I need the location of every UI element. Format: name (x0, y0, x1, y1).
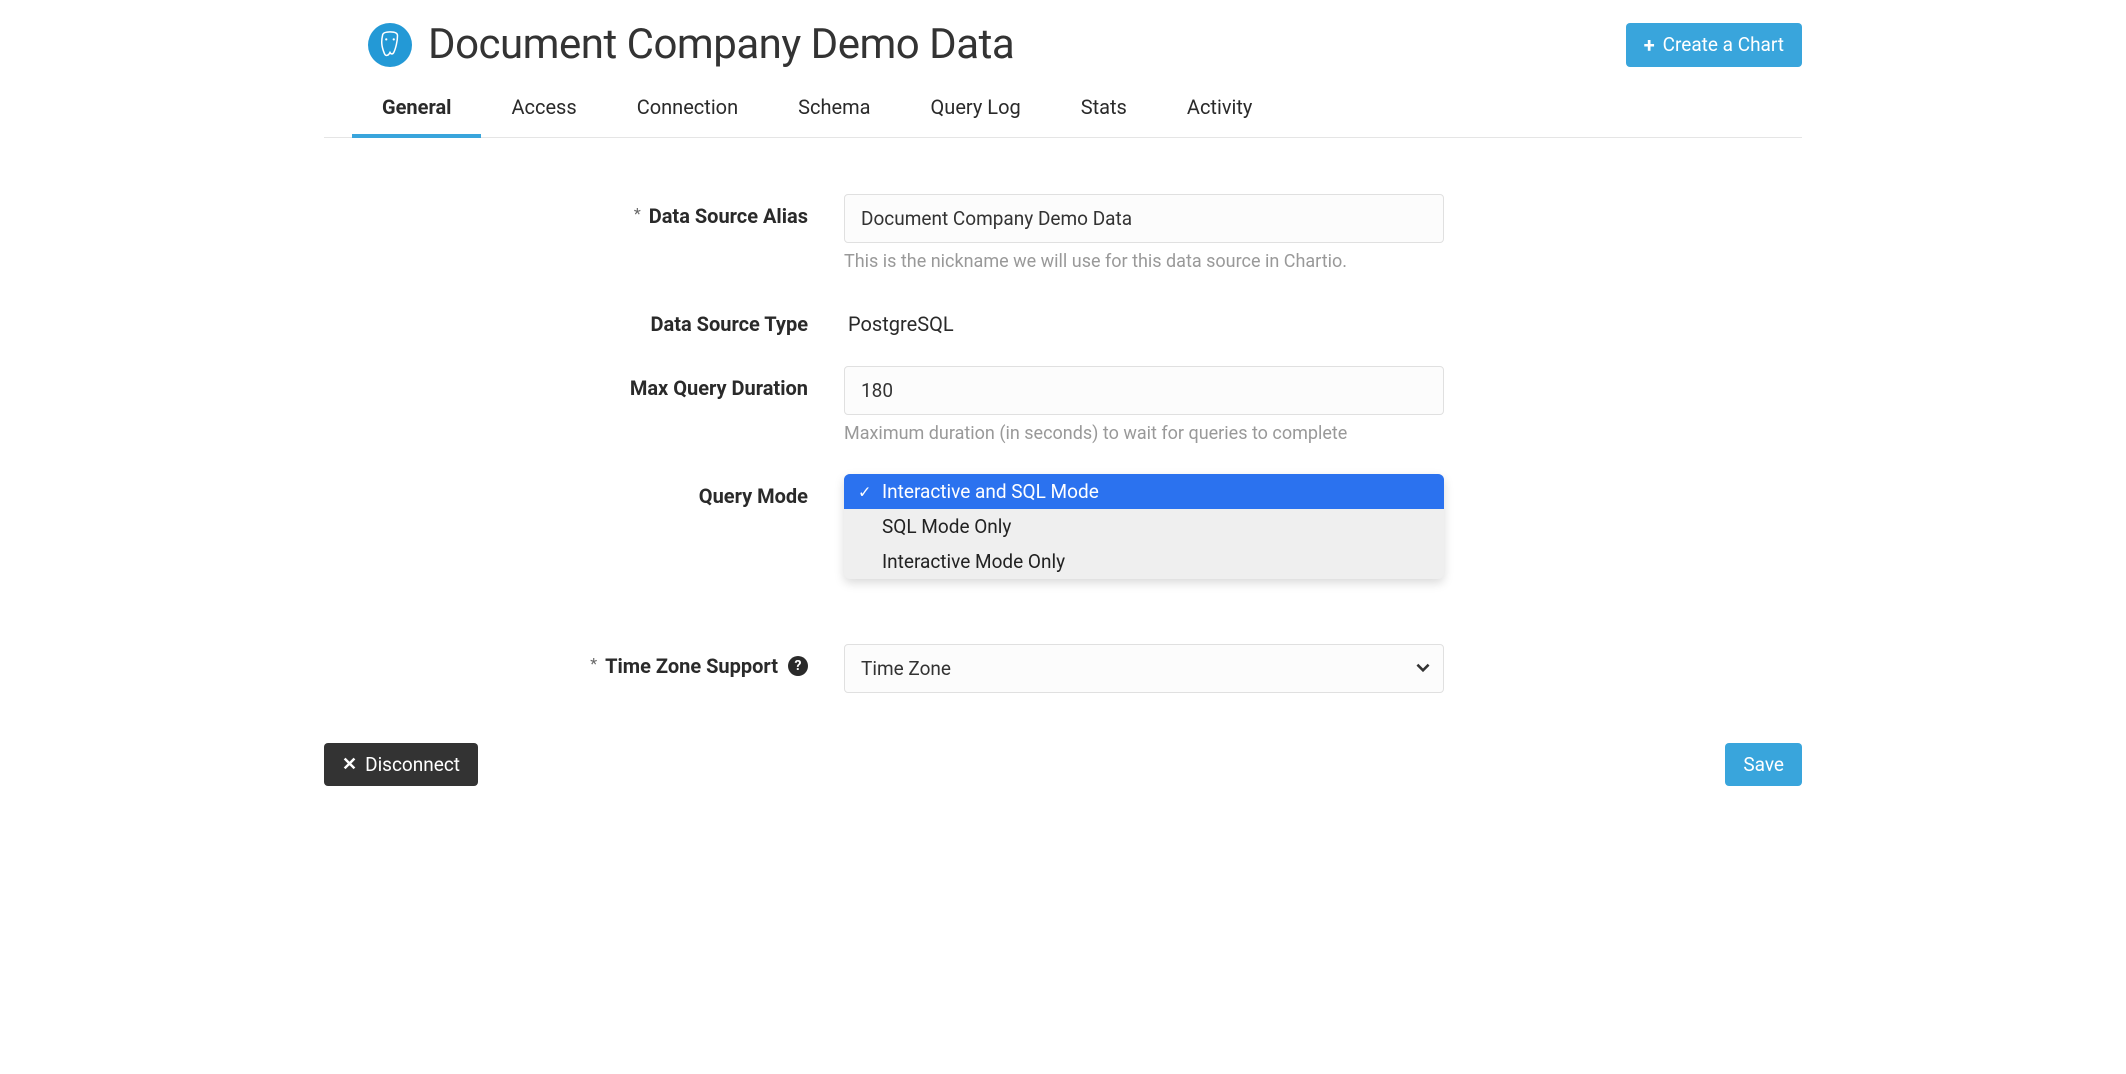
tab-query-log[interactable]: Query Log (901, 81, 1051, 137)
alias-input[interactable] (844, 194, 1444, 243)
tab-activity[interactable]: Activity (1157, 81, 1282, 137)
form-area: * Data Source Alias This is the nickname… (324, 138, 1802, 693)
maxquery-label: Max Query Duration (630, 376, 808, 400)
maxquery-label-wrap: Max Query Duration (324, 366, 844, 400)
alias-label-wrap: * Data Source Alias (324, 194, 844, 228)
required-star: * (634, 204, 641, 223)
type-value: PostgreSQL (844, 302, 1444, 336)
tab-connection[interactable]: Connection (607, 81, 768, 137)
check-icon: ✓ (858, 482, 871, 501)
tab-access[interactable]: Access (481, 81, 606, 137)
close-icon: ✕ (342, 754, 357, 775)
postgresql-icon (368, 23, 412, 67)
type-label: Data Source Type (651, 312, 809, 336)
type-label-wrap: Data Source Type (324, 302, 844, 336)
tab-stats[interactable]: Stats (1051, 81, 1157, 137)
tab-general[interactable]: General (352, 81, 481, 137)
querymode-option[interactable]: ✓Interactive and SQL Mode (844, 474, 1444, 509)
tabs-bar: GeneralAccessConnectionSchemaQuery LogSt… (324, 81, 1802, 138)
save-label: Save (1743, 753, 1784, 776)
querymode-options: ✓Interactive and SQL ModeSQL Mode OnlyIn… (844, 474, 1444, 579)
querymode-option[interactable]: SQL Mode Only (844, 509, 1444, 544)
help-icon[interactable]: ? (788, 656, 808, 676)
required-star: * (590, 654, 597, 673)
save-button[interactable]: Save (1725, 743, 1802, 786)
page-title-wrap: Document Company Demo Data (368, 20, 1014, 69)
timezone-label: Time Zone Support (605, 654, 778, 678)
plus-icon: + (1644, 33, 1655, 57)
maxquery-input[interactable] (844, 366, 1444, 415)
querymode-option[interactable]: Interactive Mode Only (844, 544, 1444, 579)
maxquery-help: Maximum duration (in seconds) to wait fo… (844, 423, 1444, 444)
querymode-label-wrap: Query Mode (324, 474, 844, 508)
disconnect-button[interactable]: ✕ Disconnect (324, 743, 478, 786)
create-chart-button[interactable]: + Create a Chart (1626, 23, 1802, 67)
alias-help: This is the nickname we will use for thi… (844, 251, 1444, 272)
timezone-label-wrap: * Time Zone Support ? (324, 644, 844, 678)
disconnect-label: Disconnect (365, 753, 460, 776)
page-title: Document Company Demo Data (428, 20, 1014, 69)
querymode-label: Query Mode (699, 484, 808, 508)
alias-label: Data Source Alias (649, 204, 808, 228)
tab-schema[interactable]: Schema (768, 81, 900, 137)
create-chart-label: Create a Chart (1663, 33, 1784, 56)
timezone-select[interactable]: Time Zone (844, 644, 1444, 693)
